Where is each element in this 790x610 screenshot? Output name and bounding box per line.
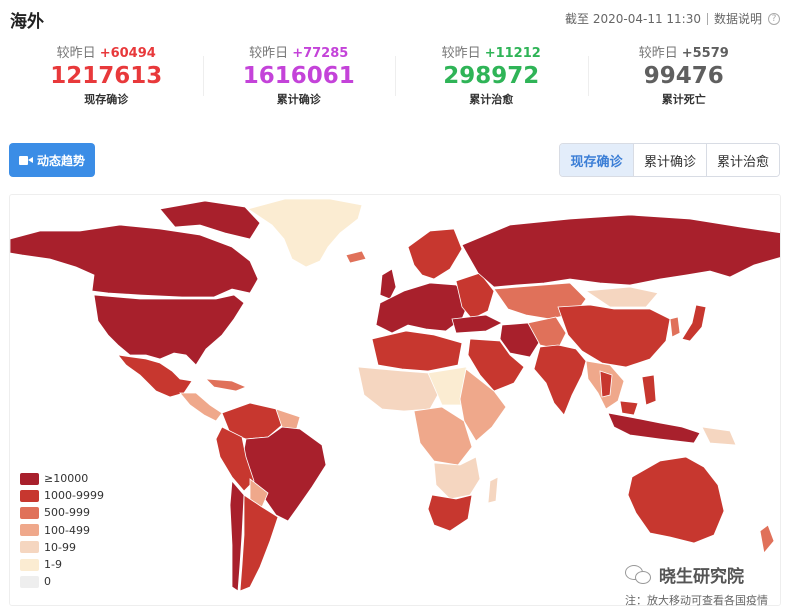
stat-total-recovered: 较昨日 +11212 298972 累计治愈 (395, 42, 588, 112)
legend-label: 100-499 (44, 523, 90, 537)
legend-label: 1-9 (44, 558, 62, 572)
region-united-states[interactable] (93, 294, 245, 366)
region-philippines[interactable] (641, 374, 657, 406)
region-new-zealand[interactable] (759, 524, 775, 554)
region-japan[interactable] (681, 304, 707, 342)
region-indonesia[interactable] (607, 412, 701, 444)
question-icon[interactable]: ? (768, 12, 780, 25)
delta-label: 较昨日 (56, 46, 96, 61)
delta-value: +60494 (99, 46, 156, 61)
metric-tabs: 现存确诊 累计确诊 累计治愈 (559, 143, 780, 177)
legend-swatch (20, 541, 39, 554)
stats-summary: 较昨日 +60494 1217613 现存确诊 较昨日 +77285 1616061… (10, 42, 780, 112)
stat-value: 298972 (443, 63, 540, 89)
legend-item[interactable]: ≥10000 (20, 470, 104, 487)
delta-value: +11212 (484, 46, 541, 61)
region-russia[interactable] (461, 214, 781, 288)
tab-current-confirmed[interactable]: 现存确诊 (560, 144, 633, 176)
update-meta: 截至 2020-04-11 11:30 数据说明 ? (565, 10, 780, 27)
map-note: 注：放大移动可查看各国疫情 (625, 594, 768, 607)
legend-label: 1000-9999 (44, 489, 104, 503)
watermark-text: 晓生研究院 (659, 567, 744, 587)
update-time: 截至 2020-04-11 11:30 (565, 12, 701, 26)
legend-label: 500-999 (44, 506, 90, 520)
region-thailand[interactable] (599, 370, 613, 398)
region-central-america[interactable] (179, 392, 223, 422)
divider (706, 12, 708, 25)
world-map[interactable] (9, 194, 781, 606)
region-greenland[interactable] (247, 198, 363, 268)
stat-value: 1217613 (50, 63, 163, 89)
stat-value: 99476 (643, 63, 724, 89)
region-canada[interactable] (10, 224, 259, 298)
delta-label: 较昨日 (249, 46, 289, 61)
region-australia[interactable] (627, 456, 725, 544)
region-madagascar[interactable] (487, 476, 499, 504)
page-title: 海外 (10, 12, 44, 32)
delta-label: 较昨日 (441, 46, 481, 61)
legend-item[interactable]: 1-9 (20, 556, 104, 573)
region-iceland[interactable] (345, 250, 367, 264)
region-united-kingdom[interactable] (379, 268, 397, 300)
legend-swatch (20, 489, 39, 502)
header: 海外 截至 2020-04-11 11:30 数据说明 ? (0, 0, 790, 36)
legend-swatch (20, 575, 39, 588)
stat-label: 累计死亡 (661, 93, 706, 106)
map-legend: ≥10000 1000-9999 500-999 100-499 10-99 1… (20, 470, 104, 590)
region-malaysia[interactable] (619, 400, 639, 416)
region-caribbean[interactable] (204, 378, 248, 392)
region-india[interactable] (533, 344, 587, 416)
legend-swatch (20, 472, 39, 485)
legend-item[interactable]: 10-99 (20, 539, 104, 556)
dynamic-trend-button[interactable]: 动态趋势 (9, 143, 95, 177)
delta-value: +5579 (681, 46, 729, 61)
region-west-africa[interactable] (357, 366, 441, 412)
dynamic-trend-label: 动态趋势 (36, 153, 85, 168)
region-north-africa[interactable] (371, 330, 463, 372)
region-mexico[interactable] (117, 354, 193, 398)
region-mongolia[interactable] (584, 286, 659, 308)
tab-total-recovered[interactable]: 累计治愈 (706, 144, 779, 176)
legend-item[interactable]: 0 (20, 573, 104, 590)
stat-current-confirmed: 较昨日 +60494 1217613 现存确诊 (10, 42, 203, 112)
legend-item[interactable]: 1000-9999 (20, 487, 104, 504)
wechat-icon (625, 563, 653, 587)
delta-value: +77285 (292, 46, 349, 61)
legend-swatch (20, 524, 39, 537)
stat-label: 累计治愈 (469, 93, 514, 106)
region-papua[interactable] (701, 426, 737, 446)
video-camera-icon (18, 155, 33, 165)
region-scandinavia[interactable] (407, 228, 463, 280)
region-south-africa[interactable] (427, 494, 473, 532)
watermark: 晓生研究院 (625, 562, 744, 587)
stat-label: 累计确诊 (276, 93, 321, 106)
region-korea[interactable] (669, 316, 681, 338)
delta-label: 较昨日 (638, 46, 678, 61)
legend-swatch (20, 506, 39, 519)
stat-total-deaths: 较昨日 +5579 99476 累计死亡 (587, 42, 781, 112)
legend-label: 10-99 (44, 540, 76, 554)
legend-item[interactable]: 500-999 (20, 504, 104, 521)
stat-label: 现存确诊 (84, 93, 129, 106)
stat-total-confirmed: 较昨日 +77285 1616061 累计确诊 (202, 42, 396, 112)
stat-value: 1616061 (242, 63, 355, 89)
data-explain-link[interactable]: 数据说明 (714, 10, 762, 27)
legend-label: ≥10000 (44, 472, 89, 486)
legend-label: 0 (44, 575, 51, 589)
world-map-svg (10, 198, 781, 592)
tab-total-confirmed[interactable]: 累计确诊 (633, 144, 706, 176)
legend-item[interactable]: 100-499 (20, 522, 104, 539)
legend-swatch (20, 558, 39, 571)
